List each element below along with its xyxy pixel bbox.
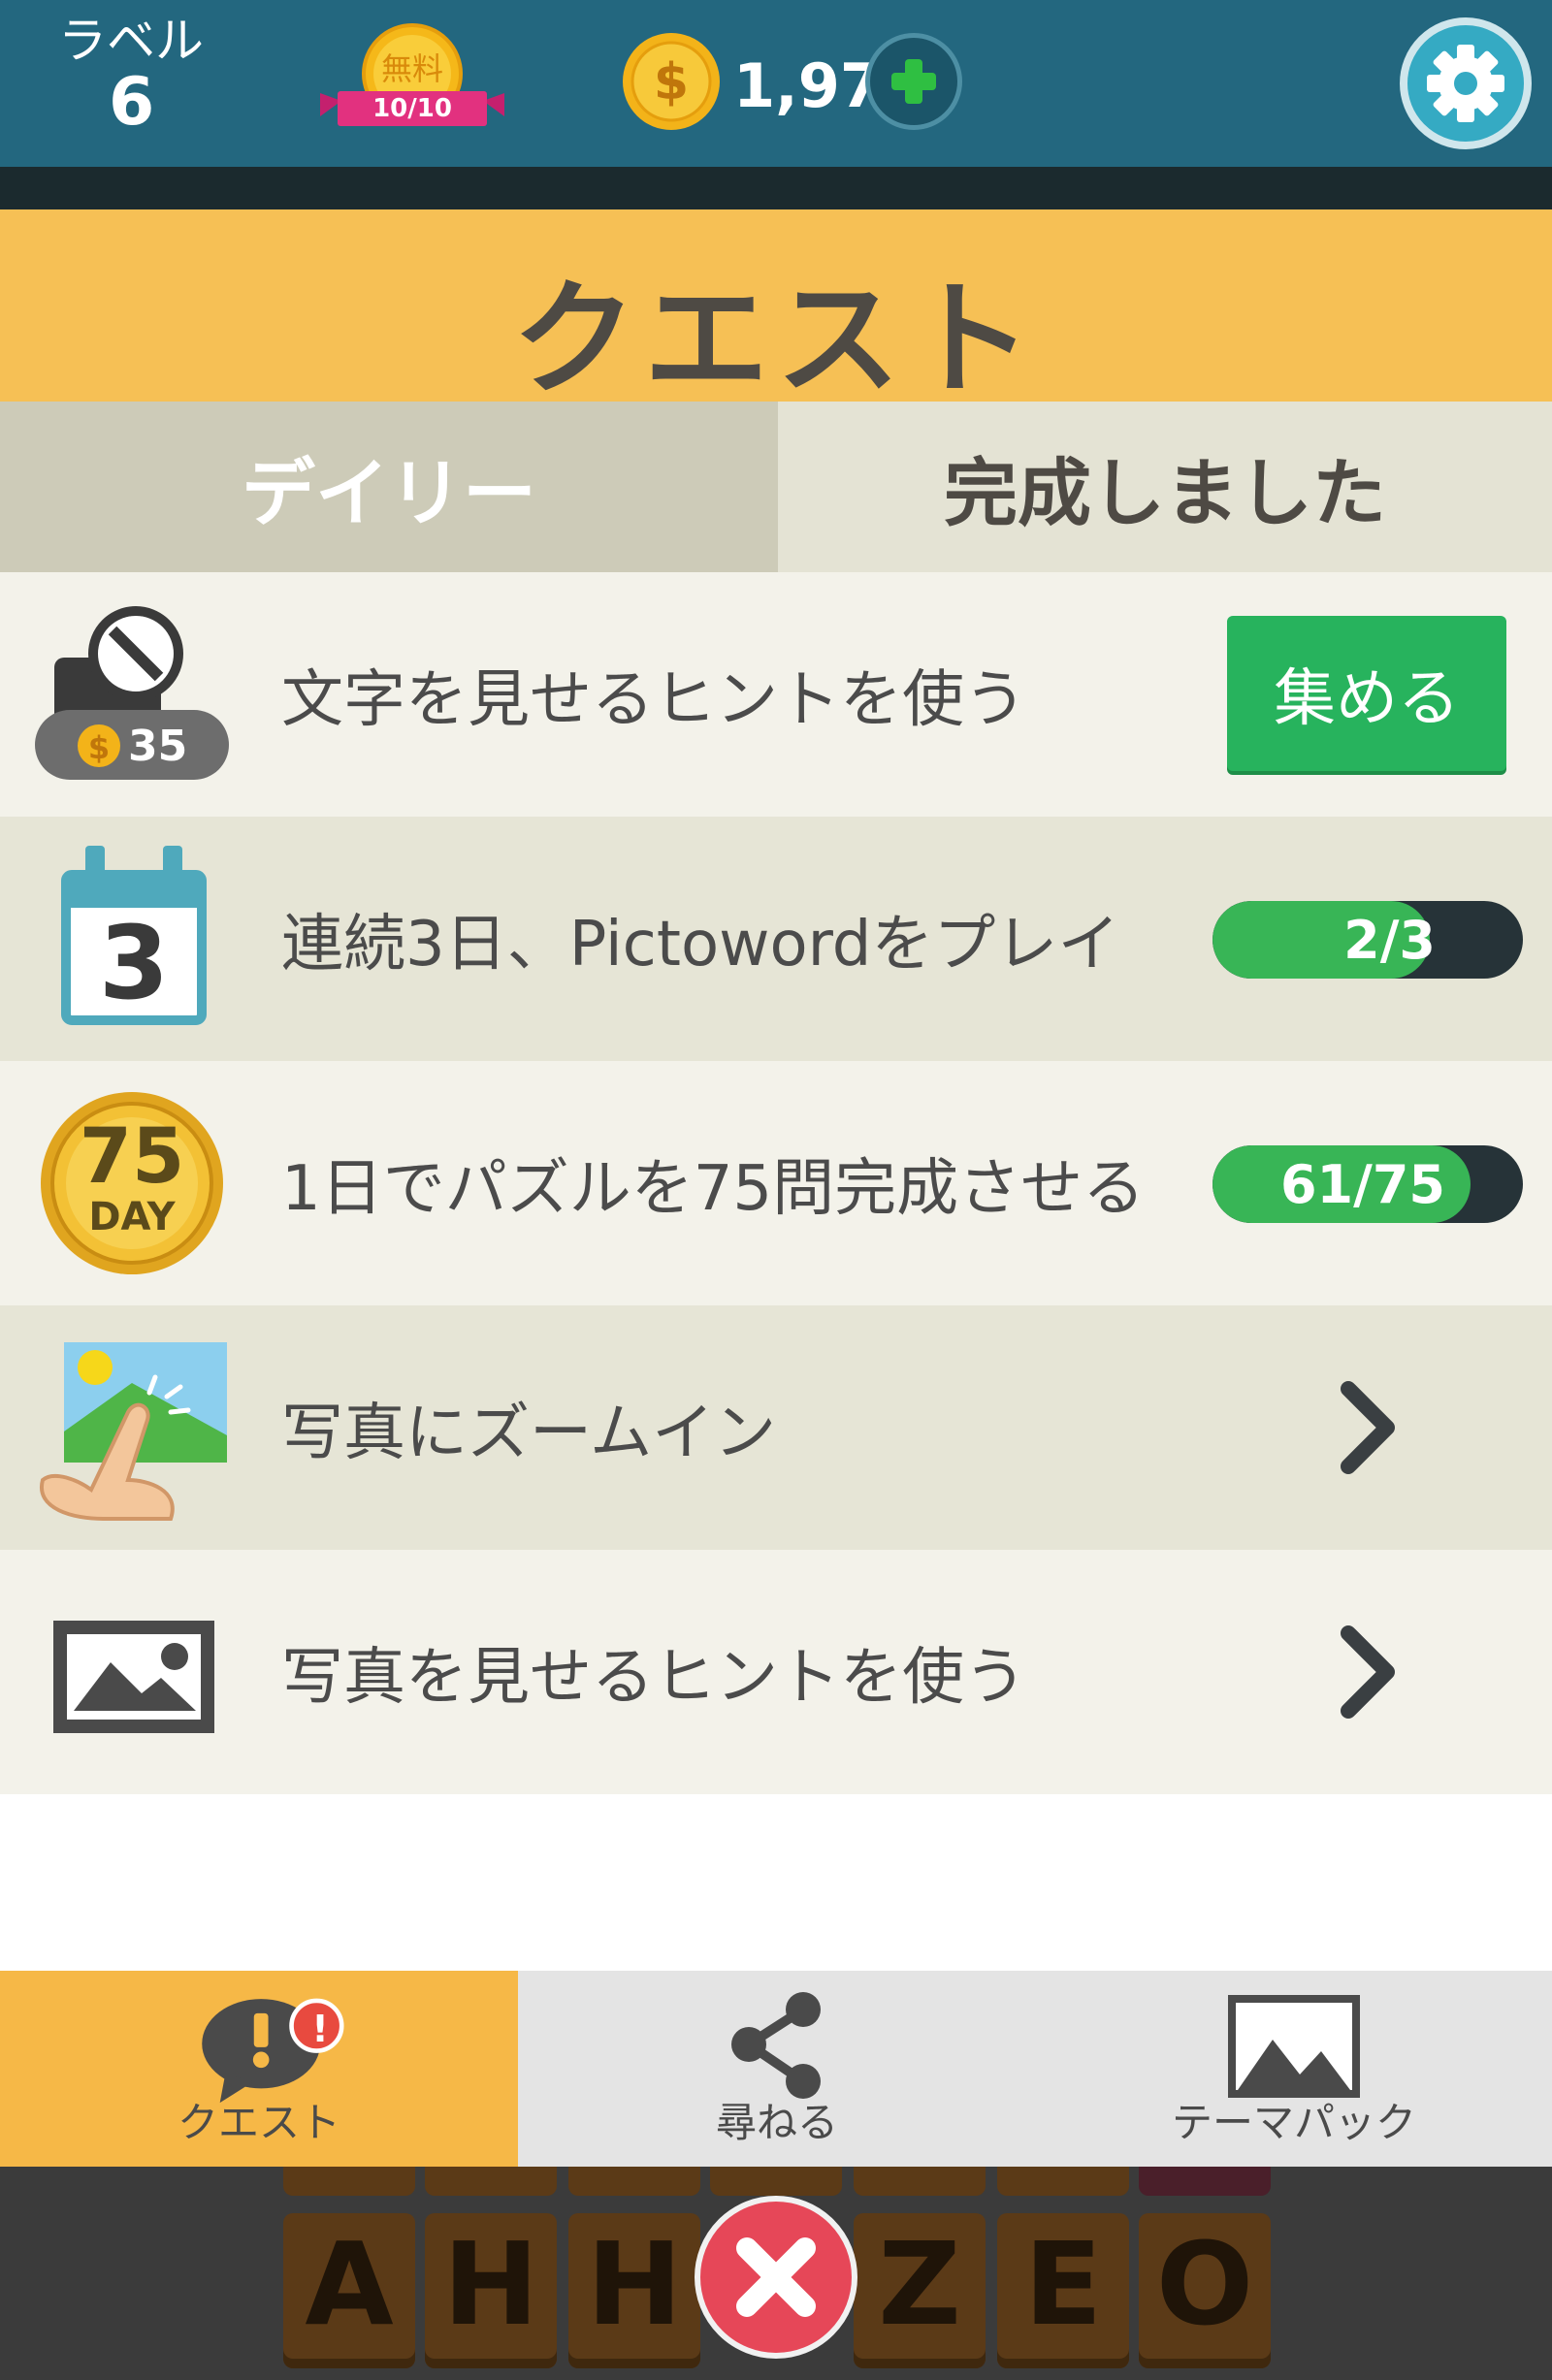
collect-button[interactable]: 集める [1227, 616, 1506, 771]
letter-tile[interactable]: A [283, 2213, 415, 2368]
delete-button[interactable] [695, 2196, 857, 2359]
nav-tab-quest[interactable]: ! クエスト [0, 1971, 518, 2167]
svg-text:$: $ [88, 729, 110, 766]
tile-top [997, 2167, 1129, 2196]
letter-tile[interactable]: Z [854, 2213, 986, 2368]
nav-label: テーマパック [1171, 2099, 1416, 2146]
nav-label: 尋ねる [715, 2099, 838, 2146]
quest-row-75-puzzles: 75 DAY 1日でパズルを75問完成させる 61/75 [0, 1061, 1552, 1305]
letter-tile[interactable]: H [568, 2213, 700, 2368]
tab-completed[interactable]: 完成しました [778, 402, 1552, 572]
header-divider [0, 167, 1552, 209]
tile-top [710, 2167, 842, 2196]
settings-button[interactable] [1400, 17, 1532, 149]
tile-top [283, 2167, 415, 2196]
photo-icon [35, 1579, 229, 1765]
progress-label: 2/3 [1343, 909, 1436, 971]
plus-icon [891, 59, 936, 104]
share-icon [731, 1992, 821, 2099]
tile-top [1139, 2167, 1271, 2196]
calendar-day: 3 [98, 904, 170, 1022]
free-count: 10/10 [372, 94, 452, 123]
nav-label: クエスト [177, 2099, 340, 2146]
quest-badge: ! [311, 2008, 329, 2050]
letter-tile[interactable]: E [997, 2213, 1129, 2368]
bottom-nav: ! クエスト 尋ねる テーマパック [0, 1971, 1552, 2167]
progress-bar: 61/75 [1212, 1145, 1523, 1223]
tile-top [854, 2167, 986, 2196]
letter-tile[interactable]: O [1139, 2213, 1271, 2368]
quest-text: 写真にズームイン [281, 1398, 777, 1469]
magnifier-hint-icon: $ 35 [35, 601, 229, 788]
level-value: 6 [109, 64, 155, 141]
mountain-photo-icon [1228, 1995, 1360, 2098]
letter-keyboard: A H H Z E O [0, 2167, 1552, 2380]
pinch-zoom-icon [35, 1335, 229, 1521]
add-coins-button[interactable] [865, 33, 962, 130]
quest-text: 文字を見せるヒントを使う [281, 664, 1026, 736]
tab-daily[interactable]: デイリー [0, 402, 778, 572]
quest-text: 写真を見せるヒントを使う [281, 1642, 1026, 1714]
hint-cost: 35 [128, 722, 188, 771]
quest-title-bar: クエスト [0, 209, 1552, 412]
quest-text: 1日でパズルを75問完成させる [281, 1153, 1146, 1225]
quest-row-photo-hint[interactable]: 写真を見せるヒントを使う [0, 1550, 1552, 1794]
free-label: 無料 [380, 50, 443, 87]
progress-bar: 2/3 [1212, 901, 1523, 979]
coin-icon: $ [621, 31, 722, 130]
quest-row-text-hint: $ 35 文字を見せるヒントを使う 集める [0, 572, 1552, 817]
letter-tile[interactable]: H [425, 2213, 557, 2368]
medal-subtext: DAY [88, 1195, 176, 1239]
page-title: クエスト [511, 268, 1040, 412]
quest-row-play-streak: 3 連続3日、Pictowordをプレイ 2/3 [0, 817, 1552, 1061]
calendar-icon: 3 [35, 846, 229, 1032]
tile-top [568, 2167, 700, 2196]
free-hint-badge[interactable]: 無料 10/10 [320, 23, 504, 147]
level-label: ラベル [58, 13, 204, 69]
close-icon [736, 2237, 816, 2317]
top-bar: ラベル 6 無料 10/10 $ 1,971 [0, 0, 1552, 167]
chevron-right-icon[interactable] [1319, 1369, 1416, 1486]
gear-icon [1427, 45, 1504, 122]
medal-number: 75 [79, 1113, 185, 1201]
progress-label: 61/75 [1279, 1153, 1445, 1215]
svg-text:$: $ [654, 53, 689, 112]
day-medal-icon: 75 DAY [35, 1090, 229, 1276]
quest-text: 連続3日、Pictowordをプレイ [281, 909, 1120, 981]
tile-top [425, 2167, 557, 2196]
nav-tab-ask[interactable]: 尋ねる [518, 1971, 1036, 2167]
nav-tab-theme-pack[interactable]: テーマパック [1036, 1971, 1552, 2167]
chevron-right-icon[interactable] [1319, 1614, 1416, 1730]
quest-row-zoom[interactable]: 写真にズームイン [0, 1305, 1552, 1550]
quest-speech-icon [202, 1998, 344, 2104]
